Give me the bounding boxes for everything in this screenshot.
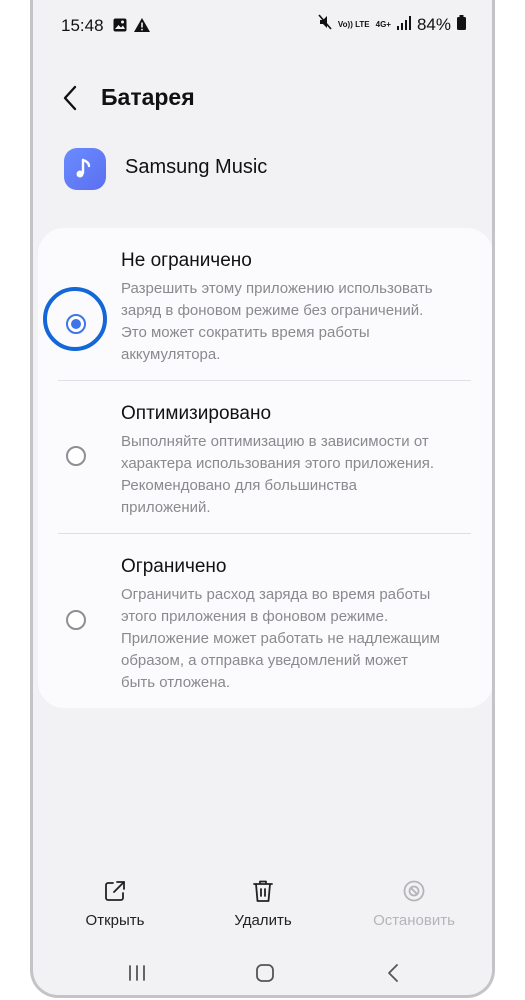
option-description: Разрешить этому приложению использовать … (121, 280, 433, 363)
open-external-icon (105, 881, 125, 901)
app-info: Samsung Music (64, 148, 444, 190)
gallery-icon (113, 17, 127, 37)
nav-back-button[interactable] (373, 958, 413, 988)
back-button[interactable] (59, 84, 83, 112)
stop-icon (403, 880, 425, 902)
mute-icon (318, 14, 332, 35)
page-title: Батарея (101, 84, 195, 110)
radio-optimized[interactable] (66, 446, 86, 466)
recents-icon (129, 965, 145, 981)
battery-icon (457, 14, 466, 35)
volte-indicator: Vo)) LTE (337, 20, 370, 29)
bottom-action-bar: Открыть Удалить Остановить (33, 876, 492, 936)
open-label: Открыть (85, 912, 145, 929)
system-navigation-bar (33, 958, 492, 988)
stop-label: Остановить (373, 912, 455, 929)
header: Батарея (33, 78, 492, 118)
home-icon (256, 964, 274, 982)
highlight-ring (43, 287, 107, 351)
divider (58, 533, 471, 534)
home-button[interactable] (245, 958, 285, 988)
phone-screen: 15:48 Vo)) LTE 4G+ 84% Батарея Samsung M… (30, 0, 495, 998)
trash-icon (253, 880, 273, 902)
battery-options-card: Не ограничено Разрешить этому приложению… (38, 228, 492, 708)
stop-button[interactable]: Остановить (354, 876, 474, 929)
option-title: Ограничено (121, 556, 227, 577)
option-unrestricted[interactable]: Не ограничено Разрешить этому приложению… (38, 250, 492, 380)
battery-percent: 84% (416, 14, 451, 34)
warning-icon (134, 17, 150, 37)
option-description: Ограничить расход заряда во время работы… (121, 586, 440, 691)
status-time: 15:48 (61, 16, 104, 35)
back-arrow-icon (388, 964, 398, 982)
option-restricted[interactable]: Ограничено Ограничить расход заряда во в… (38, 556, 492, 696)
radio-restricted[interactable] (66, 610, 86, 630)
open-button[interactable]: Открыть (55, 876, 175, 929)
option-optimized[interactable]: Оптимизировано Выполняйте оптимизацию в … (38, 403, 492, 533)
network-type-indicator: 4G+ (375, 20, 391, 29)
recents-button[interactable] (117, 958, 157, 988)
music-note-icon (64, 148, 106, 190)
divider (58, 380, 471, 381)
status-bar: 15:48 Vo)) LTE 4G+ 84% (33, 0, 492, 50)
chevron-left-icon (63, 85, 77, 111)
delete-button[interactable]: Удалить (203, 876, 323, 929)
option-title: Не ограничено (121, 250, 252, 271)
option-title: Оптимизировано (121, 403, 272, 424)
delete-label: Удалить (234, 912, 292, 929)
app-name: Samsung Music (125, 156, 268, 178)
signal-icon (396, 15, 411, 35)
option-description: Выполняйте оптимизацию в зависимости от … (121, 433, 435, 516)
